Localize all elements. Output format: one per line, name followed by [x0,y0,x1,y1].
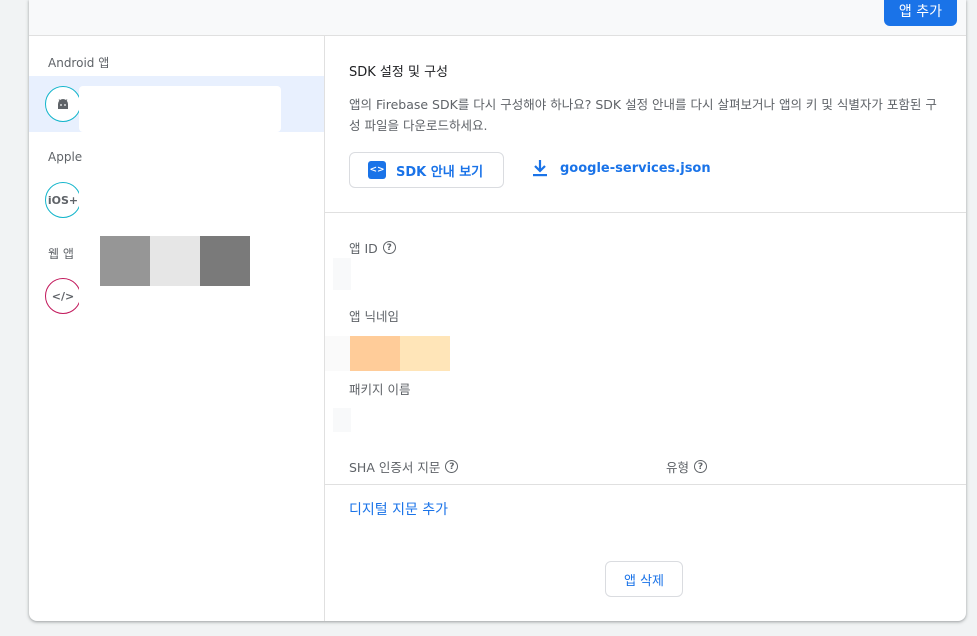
sha-label-text: SHA 인증서 지문 [349,460,441,475]
divider [325,484,966,485]
redacted-app-name [79,172,279,228]
help-icon[interactable]: ? [382,241,396,254]
android-app-item[interactable] [29,76,324,132]
download-link-label: google-services.json [560,160,711,176]
web-app-item[interactable]: </> [29,268,324,324]
add-fingerprint-link[interactable]: 디지털 지문 추가 [349,499,448,519]
sdk-section-title: SDK 설정 및 구성 [349,65,448,80]
download-config-link[interactable]: google-services.json [532,159,711,177]
nickname-label: 앱 닉네임 [349,309,399,324]
redaction-block [400,336,450,371]
code-icon: <> [368,161,386,179]
app-id-label: 앱 ID ? [349,238,396,257]
app-detail-panel: SDK 설정 및 구성 앱의 Firebase SDK를 다시 구성해야 하나요… [325,36,966,621]
redacted-app-id [333,258,351,290]
ios-icon: iOS+ [45,182,81,218]
app-list-sidebar: Android 앱 Apple iOS+ 웹 앱 </> [29,36,325,621]
help-icon[interactable]: ? [694,460,708,473]
sdk-guide-label: SDK 안내 보기 [396,164,484,180]
package-label: 패키지 이름 [349,382,411,397]
download-icon [533,160,547,177]
help-icon[interactable]: ? [445,460,459,473]
redaction-block [350,336,400,371]
sdk-guide-button[interactable]: <> SDK 안내 보기 [349,152,504,188]
project-settings-card: 앱 추가 Android 앱 Apple iOS+ 웹 앱 </> SDK 설정… [29,0,966,621]
divider [325,212,966,213]
redacted-app-name [79,86,281,132]
android-icon [45,86,81,122]
redaction-block [325,336,350,371]
code-icon: </> [45,278,81,314]
type-label-text: 유형 [666,460,690,475]
sdk-description: 앱의 Firebase SDK를 다시 구성해야 하나요? SDK 설정 안내를… [349,97,937,133]
web-section-label: 웹 앱 [48,247,74,261]
card-header [29,0,966,36]
sha-label: SHA 인증서 지문 ? [349,457,459,476]
delete-app-button[interactable]: 앱 삭제 [605,561,683,597]
redacted-app-name [79,286,279,324]
type-label: 유형 ? [666,457,708,476]
app-id-label-text: 앱 ID [349,241,378,256]
ios-app-item[interactable]: iOS+ [29,172,324,228]
apple-section-label: Apple [48,150,83,164]
add-app-button[interactable]: 앱 추가 [883,0,957,26]
android-section-label: Android 앱 [48,56,110,70]
redacted-package-name [333,408,351,432]
